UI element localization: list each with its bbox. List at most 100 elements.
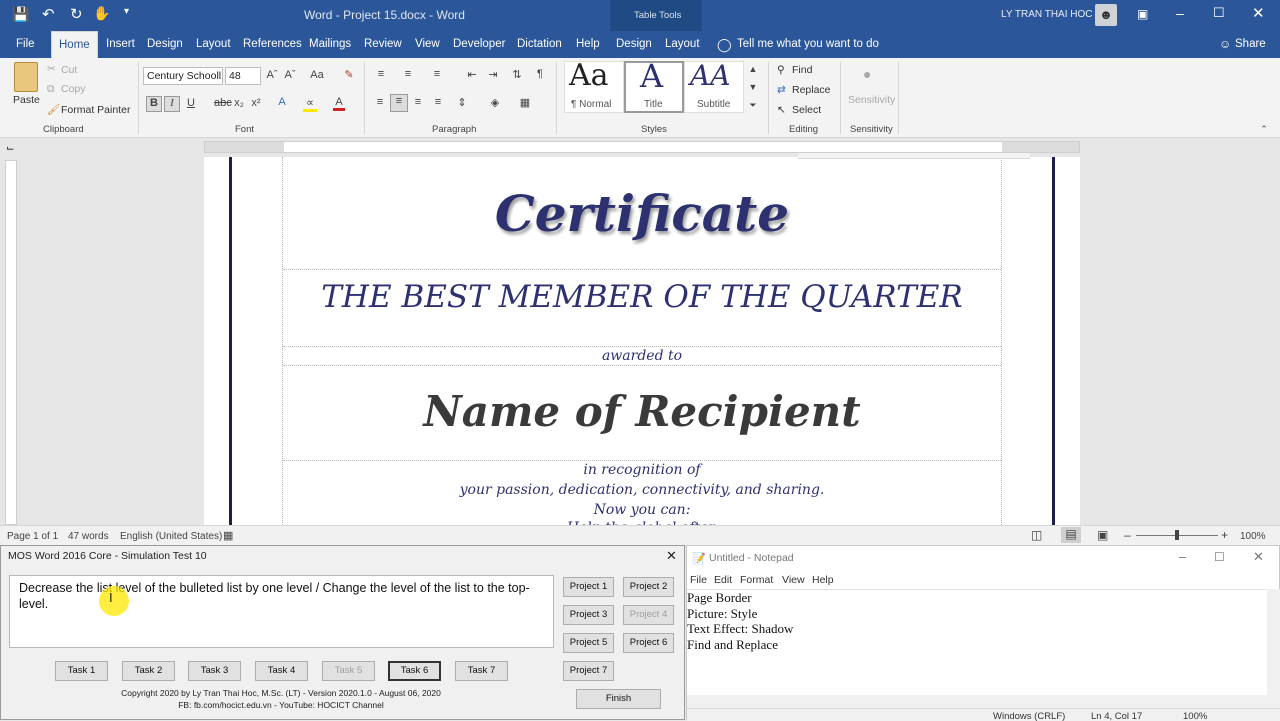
horizontal-ruler[interactable] [204,141,1080,153]
change-case-icon[interactable]: Aa [307,69,327,81]
strikethrough-icon[interactable]: abc [214,97,232,109]
zoom-slider-thumb[interactable] [1175,530,1179,540]
project-3-button[interactable]: Project 3 [563,605,614,625]
awarded-to-text[interactable]: awarded to [204,348,1080,364]
notepad-menu-view[interactable]: View [782,574,805,586]
task-2-button[interactable]: Task 2 [122,661,175,681]
tab-home[interactable]: Home [51,31,98,58]
clear-formatting-icon[interactable]: ✎ [341,68,357,81]
notepad-menu-format[interactable]: Format [740,574,773,586]
tab-table-layout[interactable]: Layout [663,31,702,58]
notepad-vertical-scrollbar[interactable] [1267,589,1280,695]
show-marks-icon[interactable]: ¶ [533,68,547,80]
line-spacing-icon[interactable]: ⇕ [455,96,469,109]
style-normal[interactable]: Aa ¶ Normal [564,58,624,113]
task-6-button[interactable]: Task 6 [388,661,441,681]
notepad-horizontal-scrollbar[interactable] [687,695,1280,708]
ribbon-display-options-icon[interactable]: ▣ [1137,7,1148,21]
task-1-button[interactable]: Task 1 [55,661,108,681]
select-button[interactable]: Select [792,104,821,116]
recipient-name[interactable]: Name of Recipient [204,387,1080,436]
document-page[interactable]: Certificate THE BEST MEMBER OF THE QUART… [204,157,1080,526]
project-1-button[interactable]: Project 1 [563,577,614,597]
notepad-text-area[interactable]: Page Border Picture: Style Text Effect: … [687,589,1267,695]
tab-developer[interactable]: Developer [451,31,507,58]
style-title[interactable]: A Title [624,57,684,113]
project-6-button[interactable]: Project 6 [623,633,674,653]
certificate-title[interactable]: Certificate [204,184,1080,243]
borders-icon[interactable]: ▦ [518,96,532,109]
bullets-icon[interactable]: ≡ [374,68,388,80]
notepad-menu-file[interactable]: File [690,574,707,586]
font-name-field[interactable]: Century Schooll [143,67,223,85]
paste-button[interactable]: Paste [13,94,40,106]
shading-icon[interactable]: ◈ [488,96,502,109]
grow-font-icon[interactable]: Aˆ [265,69,279,81]
project-4-button[interactable]: Project 4 [623,605,674,625]
collapse-ribbon-icon[interactable]: ⌃ [1258,124,1270,135]
find-button[interactable]: Find [792,64,812,76]
touch-mode-icon[interactable]: ✋ [93,5,110,22]
notepad-close-icon[interactable]: ✕ [1253,549,1264,565]
page-count[interactable]: Page 1 of 1 [7,531,58,542]
zoom-in-icon[interactable]: + [1221,528,1228,542]
style-subtitle[interactable]: AA Subtitle [684,59,744,113]
cut-button[interactable]: Cut [61,64,77,76]
finish-button[interactable]: Finish [576,689,661,709]
zoom-out-icon[interactable]: – [1124,528,1131,542]
align-left-icon[interactable]: ≡ [373,96,387,108]
tab-design[interactable]: Design [145,31,185,58]
user-name[interactable]: LY TRAN THAI HOC [1001,9,1093,20]
tab-help[interactable]: Help [574,31,602,58]
tab-view[interactable]: View [413,31,442,58]
underline-icon[interactable]: U [184,97,198,109]
certificate-subtitle[interactable]: THE BEST MEMBER OF THE QUARTER [204,279,1080,315]
vertical-ruler[interactable] [5,160,17,525]
sort-icon[interactable]: ⇅ [510,68,524,81]
sensitivity-button[interactable]: Sensitivity [848,94,895,106]
print-layout-icon[interactable]: ▤ [1061,527,1081,543]
share-icon[interactable]: ☺ [1217,31,1233,58]
tab-insert[interactable]: Insert [104,31,137,58]
task-7-button[interactable]: Task 7 [455,661,508,681]
tab-layout[interactable]: Layout [194,31,233,58]
notepad-menu-edit[interactable]: Edit [714,574,732,586]
simulation-close-icon[interactable]: ✕ [666,548,677,564]
read-mode-icon[interactable]: ◫ [1031,528,1042,542]
save-icon[interactable]: 💾 [12,6,29,23]
format-painter-button[interactable]: Format Painter [61,104,130,116]
tab-mailings[interactable]: Mailings [307,31,353,58]
subscript-icon[interactable]: x₂ [233,97,245,109]
undo-icon[interactable]: ↶ [42,5,55,23]
align-right-icon[interactable]: ≡ [411,96,425,108]
styles-more-icon[interactable]: ⏷ [748,100,758,111]
italic-icon[interactable]: I [164,96,180,112]
customize-qat-icon[interactable]: ▾ [124,6,129,17]
highlight-icon[interactable]: ∝ [303,96,317,112]
language-indicator[interactable]: English (United States) [120,531,222,542]
minimize-icon[interactable]: – [1176,5,1184,21]
bold-icon[interactable]: B [146,96,162,112]
project-5-button[interactable]: Project 5 [563,633,614,653]
maximize-icon[interactable]: ☐ [1213,5,1225,21]
avatar[interactable]: ☻ [1095,4,1117,26]
tab-review[interactable]: Review [362,31,404,58]
copy-button[interactable]: Copy [61,83,86,95]
web-layout-icon[interactable]: ▣ [1097,528,1108,542]
word-count[interactable]: 47 words [68,531,109,542]
notepad-minimize-icon[interactable]: – [1179,549,1186,564]
reason-line[interactable]: your passion, dedication, connectivity, … [204,482,1080,498]
decrease-indent-icon[interactable]: ⇤ [465,68,479,81]
numbering-icon[interactable]: ≡ [401,68,415,80]
multilevel-list-icon[interactable]: ≡ [430,68,444,80]
redo-icon[interactable]: ↻ [70,5,83,23]
styles-scroll-up-icon[interactable]: ▲ [748,64,758,74]
notepad-maximize-icon[interactable]: ☐ [1214,550,1225,564]
share-button[interactable]: Share [1233,31,1268,58]
replace-button[interactable]: Replace [792,84,831,96]
justify-icon[interactable]: ≡ [431,96,445,108]
project-7-button[interactable]: Project 7 [563,661,614,681]
tab-file[interactable]: File [14,31,37,58]
styles-scroll-down-icon[interactable]: ▼ [748,82,758,92]
increase-indent-icon[interactable]: ⇥ [486,68,500,81]
